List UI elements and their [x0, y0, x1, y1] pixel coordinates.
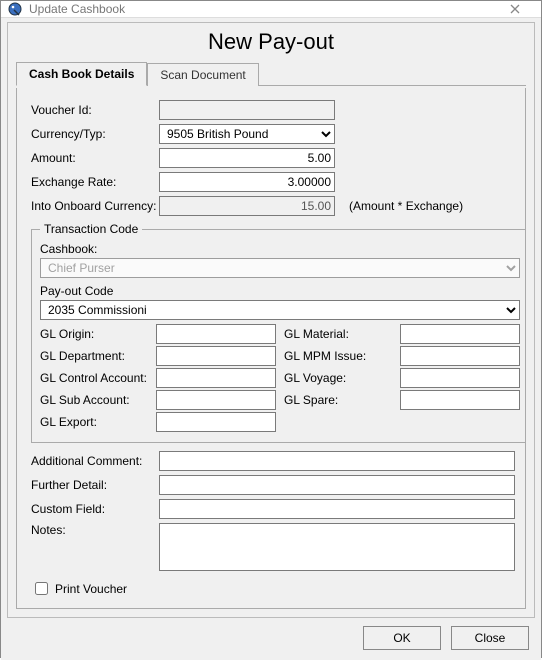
- print-voucher-checkbox[interactable]: [35, 582, 48, 595]
- label-currency: Currency/Typ:: [31, 127, 159, 141]
- payout-code-select[interactable]: 2035 Commissioni: [40, 300, 520, 320]
- label-additional-comment: Additional Comment:: [31, 454, 159, 468]
- label-gl-export: GL Export:: [40, 415, 156, 429]
- label-gl-department: GL Department:: [40, 349, 156, 363]
- notes-field[interactable]: [159, 523, 515, 571]
- custom-field-field[interactable]: [159, 499, 515, 519]
- ok-button[interactable]: OK: [363, 626, 441, 650]
- gl-department-field[interactable]: [156, 346, 276, 366]
- label-cashbook: Cashbook:: [40, 242, 520, 256]
- close-button[interactable]: Close: [451, 626, 529, 650]
- amount-times-exchange-hint: (Amount * Exchange): [349, 199, 463, 213]
- label-gl-voyage: GL Voyage:: [284, 371, 400, 385]
- tab-scan-document[interactable]: Scan Document: [147, 63, 258, 86]
- label-notes: Notes:: [31, 523, 159, 537]
- tabstrip: Cash Book Details Scan Document: [16, 61, 526, 86]
- app-icon: [7, 1, 23, 17]
- additional-comment-field[interactable]: [159, 451, 515, 471]
- workarea: New Pay-out Cash Book Details Scan Docum…: [1, 18, 541, 660]
- label-amount: Amount:: [31, 151, 159, 165]
- gl-mpm-issue-field[interactable]: [400, 346, 520, 366]
- transaction-code-group: Transaction Code Cashbook: Chief Purser …: [31, 222, 526, 443]
- label-gl-mpm-issue: GL MPM Issue:: [284, 349, 400, 363]
- label-gl-spare: GL Spare:: [284, 393, 400, 407]
- update-cashbook-window: Update Cashbook New Pay-out Cash Book De…: [0, 0, 542, 658]
- label-further-detail: Further Detail:: [31, 478, 159, 492]
- label-payout-code: Pay-out Code: [40, 284, 520, 298]
- gl-control-account-field[interactable]: [156, 368, 276, 388]
- label-gl-material: GL Material:: [284, 327, 400, 341]
- label-into-onboard-currency: Into Onboard Currency:: [31, 199, 159, 213]
- currency-select[interactable]: 9505 British Pound: [159, 124, 335, 144]
- exchange-rate-field[interactable]: [159, 172, 335, 192]
- label-print-voucher: Print Voucher: [55, 582, 127, 596]
- button-bar: OK Close: [7, 618, 535, 654]
- gl-export-field[interactable]: [156, 412, 276, 432]
- label-custom-field: Custom Field:: [31, 502, 159, 516]
- tab-cash-book-details[interactable]: Cash Book Details: [16, 62, 147, 86]
- label-gl-sub-account: GL Sub Account:: [40, 393, 156, 407]
- gl-origin-field[interactable]: [156, 324, 276, 344]
- amount-field[interactable]: [159, 148, 335, 168]
- label-voucher-id: Voucher Id:: [31, 103, 159, 117]
- titlebar: Update Cashbook: [1, 1, 541, 18]
- label-gl-control-account: GL Control Account:: [40, 371, 156, 385]
- tab-body: Voucher Id: Currency/Typ: 9505 British P…: [16, 88, 526, 609]
- label-gl-origin: GL Origin:: [40, 327, 156, 341]
- label-exchange-rate: Exchange Rate:: [31, 175, 159, 189]
- gl-material-field[interactable]: [400, 324, 520, 344]
- main-panel: New Pay-out Cash Book Details Scan Docum…: [7, 22, 535, 618]
- gl-voyage-field[interactable]: [400, 368, 520, 388]
- transaction-code-legend: Transaction Code: [40, 222, 142, 236]
- further-detail-field[interactable]: [159, 475, 515, 495]
- gl-sub-account-field[interactable]: [156, 390, 276, 410]
- page-title: New Pay-out: [16, 27, 526, 61]
- voucher-id-field[interactable]: [159, 100, 335, 120]
- window-close-button[interactable]: [495, 1, 535, 17]
- cashbook-select: Chief Purser: [40, 258, 520, 278]
- into-onboard-currency-field: [159, 196, 335, 216]
- gl-spare-field[interactable]: [400, 390, 520, 410]
- window-title: Update Cashbook: [29, 2, 495, 16]
